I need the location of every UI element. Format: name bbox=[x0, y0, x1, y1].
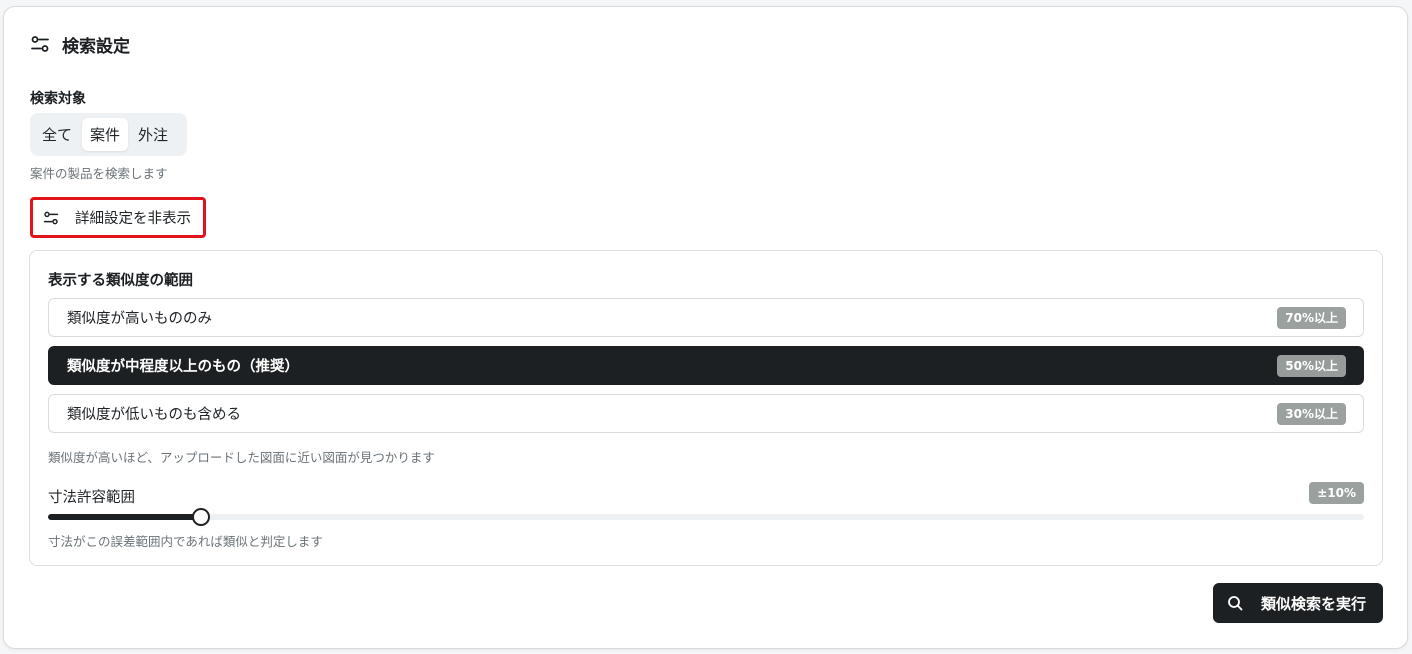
similarity-option-label: 類似度が低いものも含める bbox=[67, 407, 241, 423]
similarity-option-high[interactable]: 類似度が高いもののみ 70%以上 bbox=[48, 298, 1364, 337]
similarity-help-text: 類似度が高いほど、アップロードした図面に近い図面が見つかります bbox=[48, 450, 435, 465]
tolerance-label: 寸法許容範囲 bbox=[48, 490, 135, 506]
similarity-option-low[interactable]: 類似度が低いものも含める 30%以上 bbox=[48, 394, 1364, 433]
advanced-settings-panel: 表示する類似度の範囲 類似度が高いもののみ 70%以上 類似度が中程度以上のもの… bbox=[29, 250, 1383, 566]
search-target-option-project[interactable]: 案件 bbox=[82, 118, 129, 151]
tolerance-help-text: 寸法がこの誤差範囲内であれば類似と判定します bbox=[48, 534, 323, 549]
tolerance-slider-fill bbox=[48, 514, 201, 520]
sliders-icon bbox=[43, 210, 59, 226]
run-similarity-search-button[interactable]: 類似検索を実行 bbox=[1213, 583, 1383, 623]
search-target-help-text: 案件の製品を検索します bbox=[30, 166, 168, 181]
similarity-threshold-badge: 50%以上 bbox=[1277, 354, 1346, 377]
search-icon bbox=[1227, 595, 1243, 611]
sliders-icon bbox=[30, 34, 50, 54]
search-target-option-all[interactable]: 全て bbox=[34, 118, 80, 151]
similarity-option-label: 類似度が中程度以上のもの（推奨） bbox=[67, 359, 299, 375]
search-target-segmented-control: 全て 案件 外注 bbox=[30, 113, 187, 156]
search-target-option-outsourced[interactable]: 外注 bbox=[130, 118, 176, 151]
similarity-option-label: 類似度が高いもののみ bbox=[67, 311, 212, 327]
page-title: 検索設定 bbox=[62, 36, 130, 57]
tolerance-slider-thumb[interactable] bbox=[191, 508, 210, 526]
tolerance-slider[interactable] bbox=[48, 508, 1364, 526]
search-settings-card: 検索設定 検索対象 全て 案件 外注 案件の製品を検索します 詳細設定を非表示 … bbox=[3, 6, 1408, 649]
similarity-range-title: 表示する類似度の範囲 bbox=[48, 273, 193, 289]
search-target-label: 検索対象 bbox=[30, 91, 86, 107]
similarity-threshold-badge: 70%以上 bbox=[1277, 306, 1346, 329]
similarity-threshold-badge: 30%以上 bbox=[1277, 402, 1346, 425]
similarity-option-medium[interactable]: 類似度が中程度以上のもの（推奨） 50%以上 bbox=[48, 346, 1364, 385]
toggle-advanced-settings-button[interactable]: 詳細設定を非表示 bbox=[30, 197, 206, 238]
run-similarity-search-label: 類似検索を実行 bbox=[1261, 594, 1367, 613]
toggle-advanced-settings-label: 詳細設定を非表示 bbox=[75, 211, 191, 227]
card-header: 検索設定 bbox=[30, 33, 130, 57]
tolerance-value-badge: ±10% bbox=[1309, 482, 1364, 504]
